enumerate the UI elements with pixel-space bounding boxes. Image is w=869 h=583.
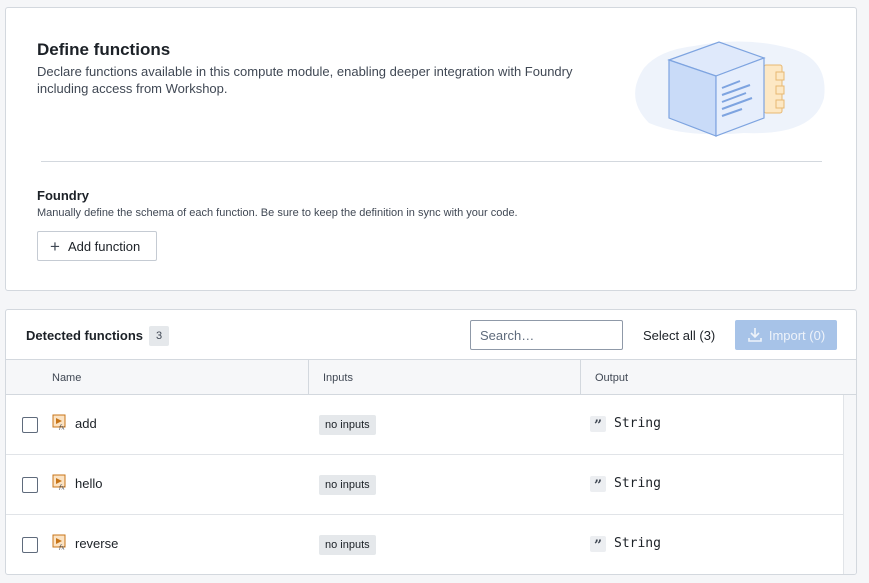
quote-icon: ” xyxy=(590,536,606,554)
inputs-tag: no inputs xyxy=(319,415,376,435)
download-icon xyxy=(748,328,762,342)
row-checkbox[interactable] xyxy=(22,417,38,433)
function-name: add xyxy=(75,416,97,431)
row-checkbox[interactable] xyxy=(22,477,38,493)
function-count-badge: 3 xyxy=(149,326,169,346)
foundry-section-title: Foundry xyxy=(37,188,89,203)
output-type: String xyxy=(614,536,661,551)
table-row[interactable]: fx add no inputs ” String xyxy=(6,395,843,455)
section-divider xyxy=(41,161,822,162)
column-divider[interactable] xyxy=(308,359,309,395)
column-header-name[interactable]: Name xyxy=(52,360,81,395)
inputs-tag: no inputs xyxy=(319,535,376,555)
add-function-button[interactable]: + Add function xyxy=(37,231,157,261)
function-icon: fx xyxy=(52,534,66,551)
quote-icon: ” xyxy=(590,476,606,494)
table-row[interactable]: fx hello no inputs ” String xyxy=(6,455,843,515)
table-header: Name Inputs Output xyxy=(6,359,856,395)
define-functions-card: Define functions Declare functions avail… xyxy=(5,7,857,291)
table-row[interactable]: fx reverse no inputs ” String xyxy=(6,515,843,574)
plus-icon: + xyxy=(50,236,60,256)
function-name: reverse xyxy=(75,536,119,551)
search-input[interactable] xyxy=(470,320,623,350)
column-header-inputs[interactable]: Inputs xyxy=(323,360,353,395)
compute-module-illustration xyxy=(635,41,825,137)
function-icon: fx xyxy=(52,474,66,491)
svg-text:fx: fx xyxy=(58,545,65,551)
inputs-tag: no inputs xyxy=(319,475,376,495)
add-function-label: Add function xyxy=(67,238,141,254)
svg-text:fx: fx xyxy=(58,485,65,491)
output-type: String xyxy=(614,416,661,431)
output-type: String xyxy=(614,476,661,491)
quote-icon: ” xyxy=(590,416,606,434)
define-functions-description: Declare functions available in this comp… xyxy=(37,64,573,96)
import-label: Import (0) xyxy=(768,327,826,343)
function-icon: fx xyxy=(52,414,66,431)
detected-functions-card: Detected functions 3 Select all (3) Impo… xyxy=(5,309,857,575)
select-all-button[interactable]: Select all (3) xyxy=(643,328,715,343)
column-divider[interactable] xyxy=(580,359,581,395)
function-name: hello xyxy=(75,476,103,491)
table-scrollbar[interactable] xyxy=(843,395,856,574)
svg-text:fx: fx xyxy=(58,425,65,431)
column-header-output[interactable]: Output xyxy=(595,360,628,395)
detected-functions-title: Detected functions xyxy=(26,328,144,343)
foundry-section-description: Manually define the schema of each funct… xyxy=(37,207,518,219)
define-functions-title: Define functions xyxy=(37,40,171,59)
import-button[interactable]: Import (0) xyxy=(735,320,837,350)
row-checkbox[interactable] xyxy=(22,537,38,553)
